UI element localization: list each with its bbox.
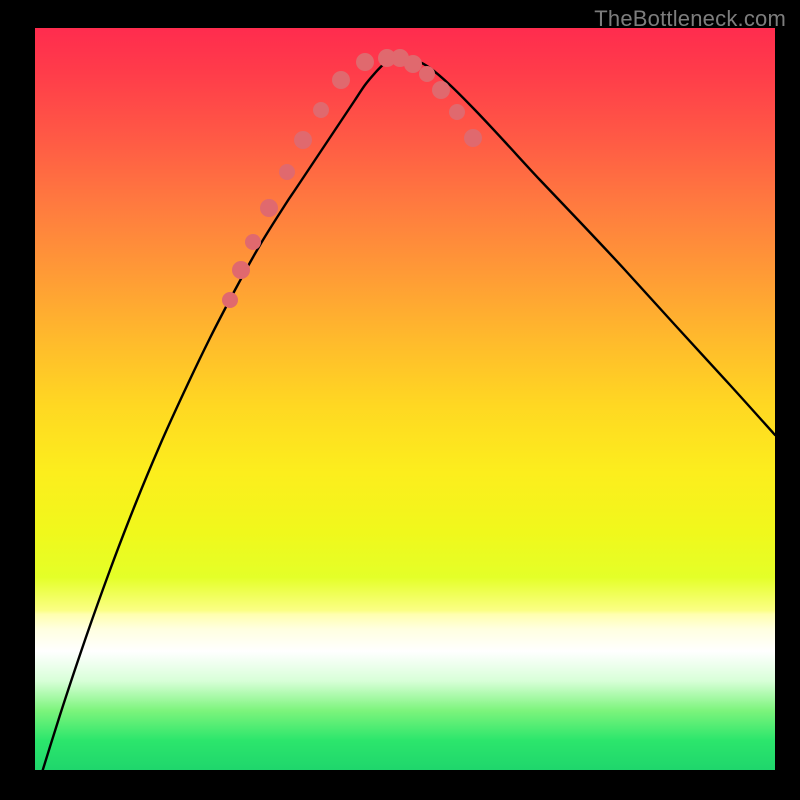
plot-area (35, 28, 775, 770)
chart-svg (35, 28, 775, 770)
highlight-point (432, 81, 450, 99)
highlight-point (232, 261, 250, 279)
highlight-point (419, 66, 435, 82)
highlight-point (404, 55, 422, 73)
bottleneck-curve (35, 58, 775, 770)
highlight-point (464, 129, 482, 147)
highlight-point (449, 104, 465, 120)
watermark-text: TheBottleneck.com (594, 6, 786, 32)
highlight-point (356, 53, 374, 71)
highlight-point (245, 234, 261, 250)
highlight-point (279, 164, 295, 180)
highlight-point (332, 71, 350, 89)
chart-frame: TheBottleneck.com (0, 0, 800, 800)
highlight-point (313, 102, 329, 118)
highlight-markers (222, 49, 482, 308)
highlight-point (260, 199, 278, 217)
highlight-point (294, 131, 312, 149)
curve-group (35, 58, 775, 770)
highlight-point (222, 292, 238, 308)
